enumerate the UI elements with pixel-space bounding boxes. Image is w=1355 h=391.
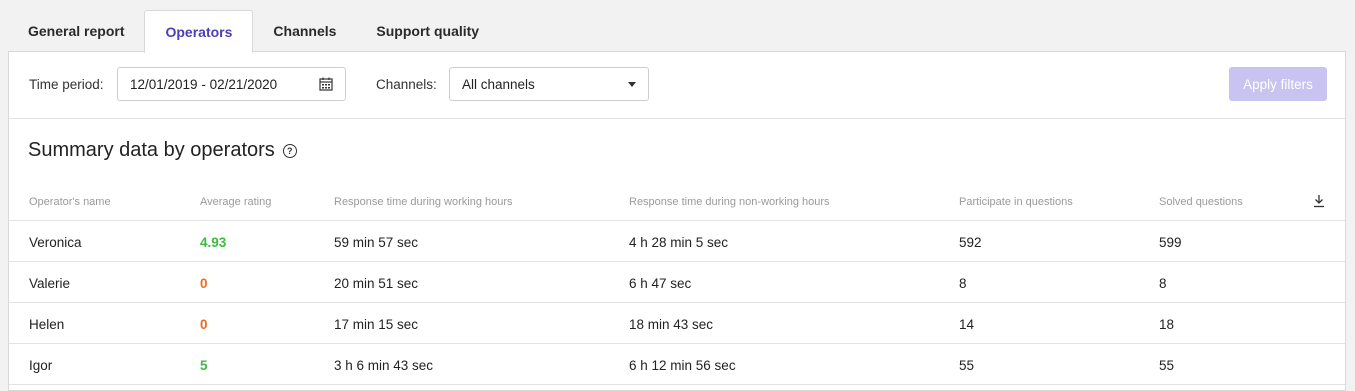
tab-general-report[interactable]: General report	[8, 10, 144, 52]
response-working: 3 h 6 min 43 sec	[334, 358, 434, 373]
response-nonworking: 6 h 12 min 56 sec	[629, 358, 736, 373]
average-rating: 0	[200, 276, 208, 291]
table-row[interactable]: Helen 0 17 min 15 sec 18 min 43 sec 14 1…	[9, 303, 1345, 344]
col-solved[interactable]: Solved questions	[1159, 196, 1243, 208]
participate-count: 55	[959, 358, 975, 373]
tab-bar: General report Operators Channels Suppor…	[8, 10, 499, 53]
table-row[interactable]: Valerie 0 20 min 51 sec 6 h 47 sec 8 8	[9, 262, 1345, 303]
operator-name: Igor	[29, 358, 53, 373]
response-nonworking: 18 min 43 sec	[629, 317, 714, 332]
download-icon[interactable]	[1312, 194, 1326, 208]
tab-channels[interactable]: Channels	[253, 10, 356, 52]
participate-count: 8	[959, 276, 967, 291]
table-header: Operator's name Average rating Response …	[9, 188, 1345, 221]
time-period-label: Time period:	[29, 77, 104, 92]
operator-name: Helen	[29, 317, 65, 332]
solved-count: 18	[1159, 317, 1175, 332]
filters-bar: Time period: 12/01/2019 - 02/21/2020 Cha…	[9, 52, 1345, 119]
calendar-icon	[319, 77, 333, 91]
channels-select-value: All channels	[462, 76, 535, 92]
col-response-nonworking[interactable]: Response time during non-working hours	[629, 196, 830, 208]
participate-count: 592	[959, 235, 982, 250]
average-rating: 4.93	[200, 235, 227, 250]
col-average-rating[interactable]: Average rating	[200, 196, 271, 208]
date-range-value: 12/01/2019 - 02/21/2020	[130, 76, 278, 92]
operator-name: Veronica	[29, 235, 82, 250]
response-working: 17 min 15 sec	[334, 317, 419, 332]
average-rating: 5	[200, 358, 208, 373]
table-row[interactable]: Veronica 4.93 59 min 57 sec 4 h 28 min 5…	[9, 221, 1345, 262]
response-nonworking: 4 h 28 min 5 sec	[629, 235, 729, 250]
response-working: 20 min 51 sec	[334, 276, 419, 291]
tab-support-quality[interactable]: Support quality	[356, 10, 499, 52]
channels-select[interactable]: All channels	[449, 67, 649, 101]
response-nonworking: 6 h 47 sec	[629, 276, 692, 291]
tab-operators[interactable]: Operators	[144, 10, 254, 53]
page-title: Summary data by operators	[28, 139, 275, 161]
operators-panel: Time period: 12/01/2019 - 02/21/2020 Cha…	[8, 51, 1346, 391]
response-working: 59 min 57 sec	[334, 235, 419, 250]
summary-heading: Summary data by operators ?	[28, 139, 297, 162]
operator-name: Valerie	[29, 276, 71, 291]
col-operator-name[interactable]: Operator's name	[29, 196, 111, 208]
participate-count: 14	[959, 317, 975, 332]
channels-label: Channels:	[376, 77, 437, 92]
solved-count: 55	[1159, 358, 1175, 373]
table-row[interactable]: Igor 5 3 h 6 min 43 sec 6 h 12 min 56 se…	[9, 344, 1345, 385]
help-icon[interactable]: ?	[282, 143, 297, 158]
solved-count: 599	[1159, 235, 1182, 250]
apply-filters-button[interactable]: Apply filters	[1229, 67, 1327, 101]
col-participate[interactable]: Participate in questions	[959, 196, 1073, 208]
date-range-picker[interactable]: 12/01/2019 - 02/21/2020	[117, 67, 346, 101]
average-rating: 0	[200, 317, 208, 332]
solved-count: 8	[1159, 276, 1167, 291]
chevron-down-icon	[628, 81, 636, 87]
col-response-working[interactable]: Response time during working hours	[334, 196, 513, 208]
